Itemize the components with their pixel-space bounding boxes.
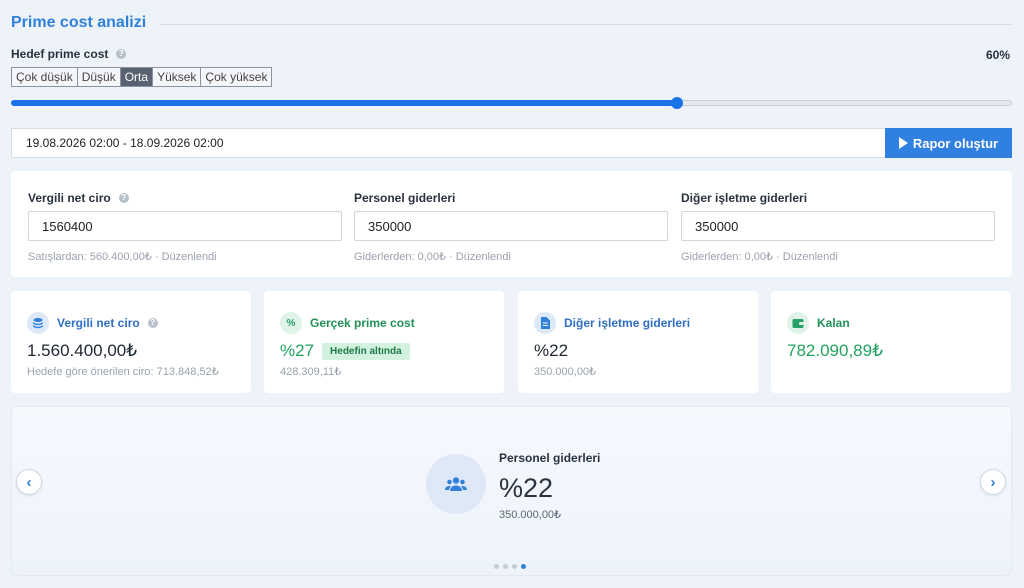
carousel: ‹ Personel giderleri %22 350.000,00₺ › bbox=[11, 406, 1012, 576]
carousel-slide-value: %22 bbox=[499, 473, 554, 503]
document-icon bbox=[534, 312, 556, 334]
stat-prime-cost-value: %27 bbox=[280, 341, 315, 360]
carousel-prev-button[interactable]: ‹ bbox=[16, 469, 42, 495]
carousel-dot-1[interactable] bbox=[494, 564, 499, 569]
other-expenses-field-label-text: Diğer işletme giderleri bbox=[681, 191, 808, 205]
level-option-4[interactable]: Yüksek bbox=[153, 68, 202, 86]
target-percent: 60% bbox=[985, 48, 1010, 62]
stat-other-value: %22 bbox=[534, 341, 569, 360]
wallet-icon bbox=[787, 312, 809, 334]
stat-remaining-value: 782.090,89₺ bbox=[787, 341, 883, 360]
page-header: Prime cost analizi bbox=[11, 13, 1012, 33]
target-label-text: Hedef prime cost bbox=[11, 47, 109, 61]
stat-card-prime-cost: % Gerçek prime cost %27 Hedefin altında … bbox=[264, 291, 504, 393]
percent-icon: % bbox=[280, 312, 302, 334]
status-badge: Hedefin altında bbox=[322, 342, 410, 360]
personnel-hint: Giderlerden: 0,00₺ · Düzenlendi bbox=[354, 251, 511, 263]
stat-revenue-label: Vergili net ciro bbox=[57, 316, 140, 330]
slider-thumb[interactable] bbox=[671, 97, 683, 109]
stat-card-remaining: Kalan 782.090,89₺ bbox=[771, 291, 1011, 393]
carousel-dot-3[interactable] bbox=[512, 564, 517, 569]
stat-card-revenue: Vergili net ciro ? 1.560.400,00₺ Hedefe … bbox=[11, 291, 251, 393]
inputs-card: Vergili net ciro ? Satışlardan: 560.400,… bbox=[11, 171, 1012, 277]
carousel-slide-sub: 350.000,00₺ bbox=[499, 509, 562, 521]
target-prime-cost-label: Hedef prime cost ? bbox=[11, 47, 127, 61]
personnel-field-label: Personel giderleri bbox=[354, 191, 668, 205]
level-selector: Çok düşük Düşük Orta Yüksek Çok yüksek bbox=[11, 67, 273, 87]
stat-revenue-value: 1.560.400,00₺ bbox=[27, 341, 138, 360]
carousel-slide: Personel giderleri %22 350.000,00₺ bbox=[499, 451, 600, 521]
other-expenses-hint: Giderlerden: 0,00₺ · Düzenlendi bbox=[681, 251, 838, 263]
stat-revenue-sub: Hedefe göre önerilen ciro: 713.848,52₺ bbox=[27, 366, 219, 378]
generate-report-label: Rapor oluştur bbox=[912, 135, 999, 151]
other-expenses-field-label: Diğer işletme giderleri bbox=[681, 191, 995, 205]
level-option-5[interactable]: Çok yüksek bbox=[201, 68, 272, 86]
other-expenses-input[interactable] bbox=[681, 211, 995, 241]
revenue-field-label-text: Vergili net ciro bbox=[28, 191, 111, 205]
header-divider bbox=[160, 23, 1012, 25]
level-option-3[interactable]: Orta bbox=[120, 68, 154, 86]
carousel-next-button[interactable]: › bbox=[980, 469, 1006, 495]
question-circle-icon[interactable]: ? bbox=[147, 318, 158, 328]
play-icon bbox=[898, 137, 908, 149]
slider-fill bbox=[11, 100, 677, 106]
generate-report-button[interactable]: Rapor oluştur bbox=[885, 128, 1012, 158]
carousel-dots bbox=[494, 564, 526, 569]
date-range-input[interactable] bbox=[11, 128, 885, 158]
carousel-slide-label: Personel giderleri bbox=[499, 451, 601, 465]
question-circle-icon[interactable]: ? bbox=[118, 193, 129, 203]
revenue-field-label: Vergili net ciro ? bbox=[28, 191, 342, 205]
users-icon bbox=[426, 454, 486, 514]
target-slider[interactable] bbox=[11, 96, 1012, 110]
revenue-input[interactable] bbox=[28, 211, 342, 241]
personnel-field-label-text: Personel giderleri bbox=[354, 191, 456, 205]
report-row: Rapor oluştur bbox=[11, 128, 1012, 158]
stat-prime-cost-label: Gerçek prime cost bbox=[310, 316, 415, 330]
chevron-left-icon: ‹ bbox=[26, 473, 32, 491]
stat-other-label: Diğer işletme giderleri bbox=[564, 316, 691, 330]
stat-prime-cost-sub: 428.309,11₺ bbox=[280, 366, 342, 378]
page-title: Prime cost analizi bbox=[11, 14, 147, 31]
personnel-field: Personel giderleri Giderlerden: 0,00₺ · … bbox=[354, 191, 668, 263]
revenue-field: Vergili net ciro ? Satışlardan: 560.400,… bbox=[28, 191, 342, 263]
level-option-1[interactable]: Çok düşük bbox=[12, 68, 78, 86]
carousel-dot-4[interactable] bbox=[521, 564, 526, 569]
level-option-2[interactable]: Düşük bbox=[77, 68, 121, 86]
carousel-dot-2[interactable] bbox=[503, 564, 508, 569]
stat-remaining-label: Kalan bbox=[817, 316, 850, 330]
revenue-hint: Satışlardan: 560.400,00₺ · Düzenlendi bbox=[28, 251, 217, 263]
stat-card-other-expenses: Diğer işletme giderleri %22 350.000,00₺ bbox=[518, 291, 758, 393]
chevron-right-icon: › bbox=[990, 473, 996, 491]
question-circle-icon[interactable]: ? bbox=[116, 49, 127, 59]
stat-prime-cost-value-row: %27 Hedefin altında bbox=[280, 341, 410, 361]
coins-icon bbox=[27, 312, 49, 334]
other-expenses-field: Diğer işletme giderleri Giderlerden: 0,0… bbox=[681, 191, 995, 263]
personnel-input[interactable] bbox=[354, 211, 668, 241]
stat-other-sub: 350.000,00₺ bbox=[534, 366, 597, 378]
